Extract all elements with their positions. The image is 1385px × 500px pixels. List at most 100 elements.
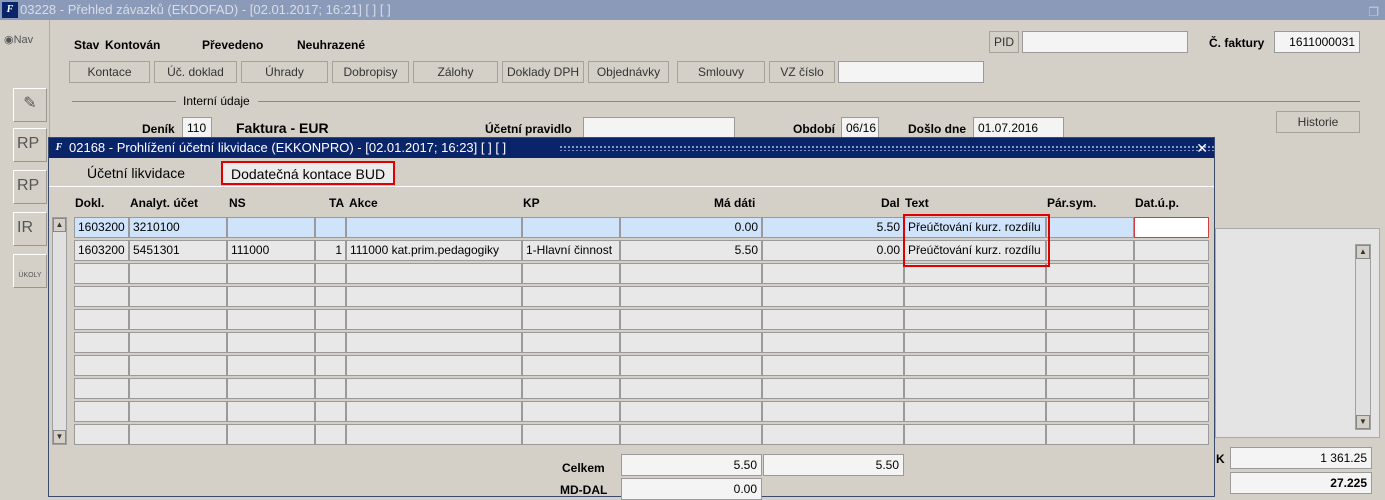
cell-ucet[interactable]: 3210100 (129, 217, 227, 238)
cell-dat-up[interactable] (1134, 217, 1209, 238)
cell-kp[interactable]: 1-Hlavní činnost (522, 240, 620, 261)
cell-dal[interactable] (762, 424, 904, 445)
cell-ns[interactable] (227, 424, 315, 445)
cell-par-sym[interactable] (1046, 378, 1134, 399)
cell-kp[interactable] (522, 424, 620, 445)
cell-ta[interactable] (315, 263, 346, 284)
cell-ns[interactable] (227, 286, 315, 307)
uc-doklad-button[interactable]: Úč. doklad (154, 61, 237, 83)
cell-ta[interactable] (315, 217, 346, 238)
cell-dokl[interactable] (74, 309, 129, 330)
cell-dal[interactable] (762, 355, 904, 376)
cell-ns[interactable] (227, 309, 315, 330)
cell-akce[interactable] (346, 424, 522, 445)
cell-md[interactable] (620, 286, 762, 307)
cell-ucet[interactable] (129, 401, 227, 422)
cell-kp[interactable] (522, 286, 620, 307)
faktura-field[interactable]: 1611000031 (1274, 31, 1360, 53)
cell-ns[interactable] (227, 263, 315, 284)
cell-text[interactable] (904, 401, 1046, 422)
vz-cislo-button[interactable]: VZ číslo (769, 61, 835, 83)
cell-par-sym[interactable] (1046, 286, 1134, 307)
cell-dokl[interactable] (74, 355, 129, 376)
cell-dat-up[interactable] (1134, 263, 1209, 284)
cell-ta[interactable]: 1 (315, 240, 346, 261)
cell-dokl[interactable]: 1603200 (74, 217, 129, 238)
cell-akce[interactable] (346, 332, 522, 353)
cell-akce[interactable] (346, 309, 522, 330)
cell-md[interactable] (620, 309, 762, 330)
cell-ns[interactable] (227, 378, 315, 399)
pid-button[interactable]: PID (989, 31, 1019, 53)
tab-ucetni-likvidace[interactable]: Účetní likvidace (79, 162, 193, 186)
cell-ns[interactable] (227, 332, 315, 353)
cell-text[interactable] (904, 424, 1046, 445)
cell-dal[interactable] (762, 332, 904, 353)
cell-dat-up[interactable] (1134, 378, 1209, 399)
uhrady-button[interactable]: Úhrady (241, 61, 328, 83)
cell-akce[interactable] (346, 217, 522, 238)
right-scrollbar[interactable]: ▲ ▼ (1355, 244, 1371, 430)
cell-kp[interactable] (522, 263, 620, 284)
restore-icon[interactable]: ❐ (1368, 2, 1379, 22)
scroll-down-icon[interactable]: ▼ (1356, 415, 1370, 429)
cell-md[interactable]: 0.00 (620, 217, 762, 238)
cell-par-sym[interactable] (1046, 309, 1134, 330)
eraser-tool-button[interactable]: ✎ (13, 88, 47, 122)
pid-field[interactable] (1022, 31, 1188, 53)
cell-dokl[interactable] (74, 332, 129, 353)
cell-md[interactable] (620, 263, 762, 284)
bottom-right-field-2[interactable]: 27.225 (1230, 472, 1372, 494)
nav-toggle[interactable]: ◉Nav (4, 33, 33, 46)
cell-ucet[interactable]: 5451301 (129, 240, 227, 261)
cell-text[interactable] (904, 355, 1046, 376)
cell-dal[interactable] (762, 309, 904, 330)
cell-text[interactable] (904, 332, 1046, 353)
cell-md[interactable] (620, 332, 762, 353)
cell-par-sym[interactable] (1046, 424, 1134, 445)
cell-dat-up[interactable] (1134, 309, 1209, 330)
cell-ucet[interactable] (129, 286, 227, 307)
cell-dokl[interactable] (74, 286, 129, 307)
cell-ta[interactable] (315, 286, 346, 307)
dobropisy-button[interactable]: Dobropisy (332, 61, 409, 83)
cell-dat-up[interactable] (1134, 355, 1209, 376)
cell-akce[interactable] (346, 355, 522, 376)
doklady-dph-button[interactable]: Doklady DPH (502, 61, 584, 83)
historie-button[interactable]: Historie (1276, 111, 1360, 133)
cell-text[interactable] (904, 378, 1046, 399)
tab-dodatecna-kontace[interactable]: Dodatečná kontace BUD (221, 161, 396, 185)
cell-dal[interactable]: 5.50 (762, 217, 904, 238)
cell-ta[interactable] (315, 332, 346, 353)
ukoly-tool-button[interactable]: ÚKOLY (13, 254, 47, 288)
obdobi-field[interactable]: 06/16 (841, 117, 879, 139)
cell-dat-up[interactable] (1134, 240, 1209, 261)
cell-dal[interactable]: 0.00 (762, 240, 904, 261)
cell-kp[interactable] (522, 309, 620, 330)
cell-md[interactable]: 5.50 (620, 240, 762, 261)
cell-ta[interactable] (315, 355, 346, 376)
cell-akce[interactable] (346, 286, 522, 307)
cell-kp[interactable] (522, 332, 620, 353)
cell-kp[interactable] (522, 217, 620, 238)
cell-ucet[interactable] (129, 309, 227, 330)
grid-scrollbar[interactable]: ▲ ▼ (52, 217, 67, 445)
cell-kp[interactable] (522, 355, 620, 376)
cell-dat-up[interactable] (1134, 332, 1209, 353)
cell-dal[interactable] (762, 378, 904, 399)
celkem-md-field[interactable]: 5.50 (621, 454, 762, 476)
ir-tool-button[interactable]: IR (13, 212, 47, 246)
kontace-button[interactable]: Kontace (69, 61, 150, 83)
cell-par-sym[interactable] (1046, 401, 1134, 422)
cell-md[interactable] (620, 401, 762, 422)
cell-ucet[interactable] (129, 332, 227, 353)
denik-field[interactable]: 110 (182, 117, 212, 139)
zalohy-button[interactable]: Zálohy (413, 61, 498, 83)
cell-par-sym[interactable] (1046, 355, 1134, 376)
cell-dat-up[interactable] (1134, 424, 1209, 445)
cell-text[interactable] (904, 309, 1046, 330)
cell-kp[interactable] (522, 401, 620, 422)
cell-dat-up[interactable] (1134, 286, 1209, 307)
cell-ns[interactable] (227, 217, 315, 238)
cell-dokl[interactable] (74, 424, 129, 445)
